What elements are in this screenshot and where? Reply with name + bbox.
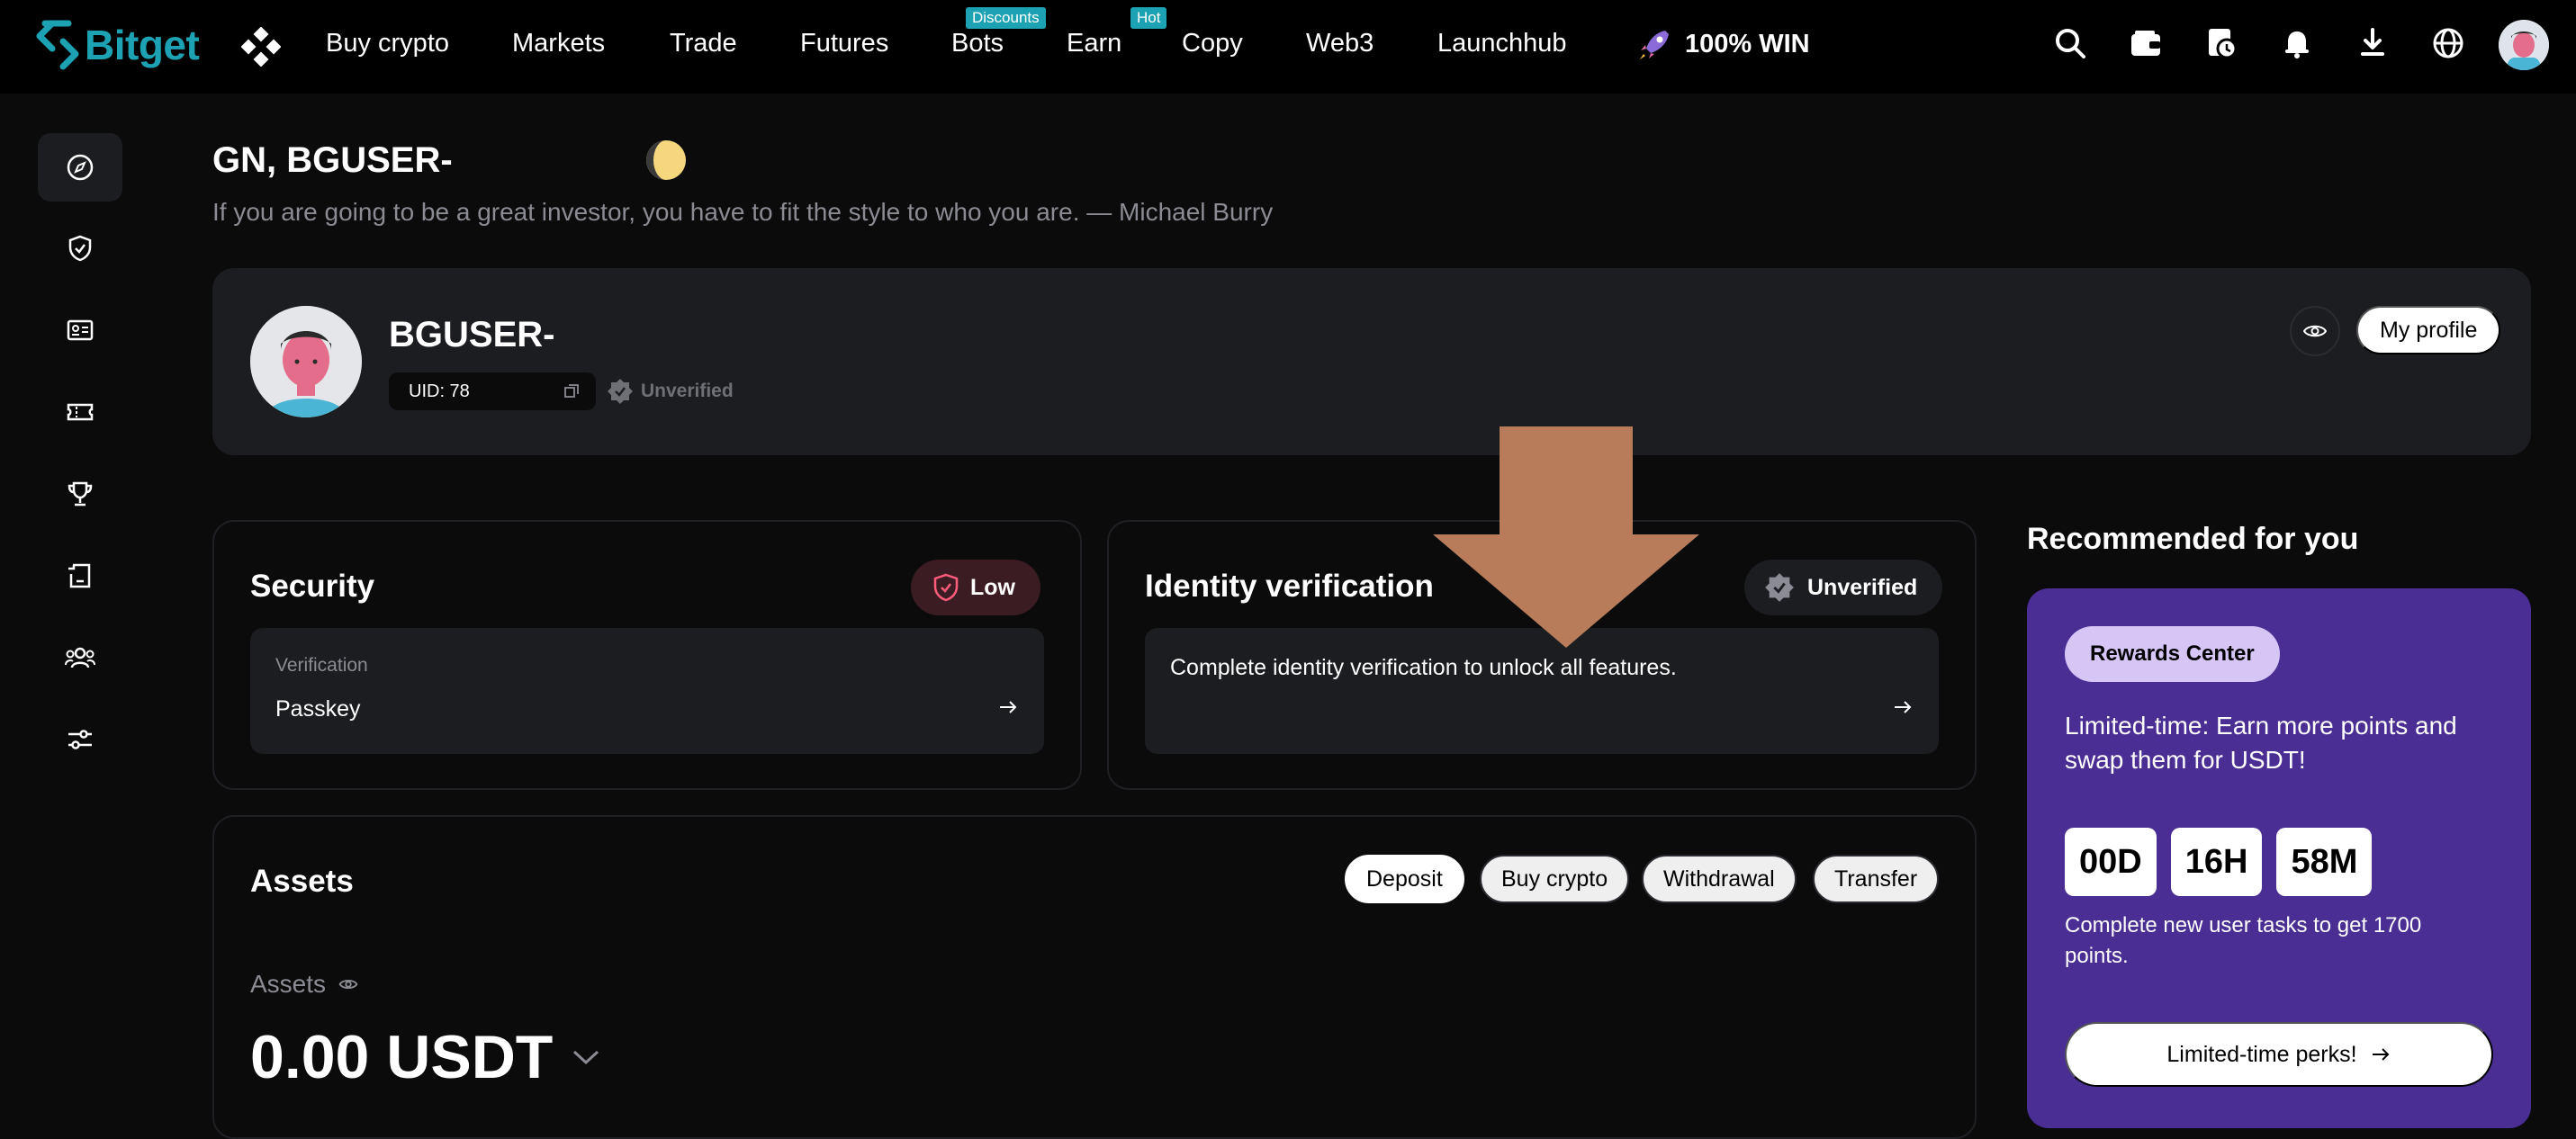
id-card-icon[interactable]	[38, 296, 122, 364]
limited-time-perks-button[interactable]: Limited-time perks!	[2065, 1022, 2493, 1087]
greeting-title: GN, BGUSER-	[212, 140, 453, 180]
badge-icon	[608, 379, 633, 404]
copy-icon[interactable]	[563, 383, 580, 399]
arrow-right-icon	[2372, 1048, 2389, 1061]
verification-label: Verification	[275, 655, 368, 676]
orders-icon[interactable]	[2205, 27, 2238, 59]
group-icon[interactable]	[38, 623, 122, 692]
profile-avatar[interactable]	[250, 306, 362, 417]
nav-earn[interactable]: Earn	[1067, 29, 1121, 58]
bitget-logo[interactable]: Bitget	[36, 20, 200, 70]
profile-card: BGUSER- UID: 78 Unverified My profile	[212, 268, 2531, 455]
annotation-arrow-icon	[1433, 426, 1699, 648]
withdrawal-button[interactable]: Withdrawal	[1642, 855, 1797, 903]
nav-web3[interactable]: Web3	[1306, 29, 1374, 58]
rewards-center-tag[interactable]: Rewards Center	[2065, 626, 2280, 682]
arrow-right-icon	[997, 696, 1019, 718]
nav-copy[interactable]: Copy	[1182, 29, 1243, 58]
promo-text: 100% WIN	[1685, 29, 1810, 58]
total-assets-value: 0.00 USDT	[250, 1023, 554, 1091]
eye-icon	[2303, 325, 2327, 337]
security-card: Security Low Verification Passkey	[212, 520, 1082, 790]
identity-title: Identity verification	[1145, 569, 1434, 604]
ticket-icon[interactable]	[38, 378, 122, 446]
bitget-logo-icon	[36, 20, 79, 70]
brand-name: Bitget	[85, 22, 200, 68]
moon-icon	[644, 139, 688, 182]
nav-launchhub[interactable]: Launchhub	[1437, 29, 1567, 58]
timer-days: 00D	[2065, 828, 2157, 896]
eye-icon[interactable]	[338, 978, 358, 991]
recommended-title: Recommended for you	[2027, 522, 2359, 556]
trophy-icon[interactable]	[38, 460, 122, 528]
countdown-timer: 00D 16H 58M	[2065, 828, 2373, 896]
avatar[interactable]	[2499, 20, 2549, 70]
nav-trade[interactable]: Trade	[670, 29, 737, 58]
wallet-icon[interactable]	[2130, 27, 2162, 59]
chevron-down-icon[interactable]	[572, 1049, 599, 1065]
top-navigation: Bitget Buy crypto Markets Trade Futures …	[0, 0, 2576, 94]
bell-icon[interactable]	[2281, 27, 2313, 59]
assets-card: Assets Deposit Buy crypto Withdrawal Tra…	[212, 815, 1977, 1139]
rewards-text: Limited-time: Earn more points and swap …	[2065, 712, 2457, 774]
uid-field: UID: 78	[389, 372, 596, 410]
download-icon[interactable]	[2356, 27, 2389, 59]
hide-info-button[interactable]	[2290, 306, 2340, 356]
timer-minutes: 58M	[2276, 828, 2373, 896]
passkey-value: Passkey	[275, 696, 361, 722]
my-profile-button[interactable]: My profile	[2356, 306, 2501, 354]
arrow-right-icon	[1892, 696, 1914, 718]
perks-button-label: Limited-time perks!	[2166, 1041, 2357, 1067]
nav-bots[interactable]: Bots	[951, 29, 1004, 58]
identity-message: Complete identity verification to unlock…	[1170, 655, 1677, 680]
globe-icon[interactable]	[2432, 27, 2464, 59]
profile-username: BGUSER-	[389, 315, 555, 354]
discounts-badge: Discounts	[966, 7, 1046, 29]
assets-title: Assets	[250, 864, 354, 899]
rocket-icon	[1640, 31, 1669, 59]
rewards-promo-card: Rewards Center Limited-time: Earn more p…	[2027, 588, 2531, 1128]
identity-status-badge[interactable]: Unverified	[1744, 560, 1943, 615]
badge-icon	[1765, 573, 1794, 602]
nav-futures[interactable]: Futures	[800, 29, 888, 58]
investor-quote: If you are going to be a great investor,…	[212, 198, 1274, 226]
sliders-icon[interactable]	[38, 705, 122, 774]
apps-grid-icon[interactable]	[241, 27, 281, 67]
deposit-button[interactable]: Deposit	[1345, 855, 1464, 903]
passkey-row[interactable]: Verification Passkey	[250, 628, 1044, 754]
rewards-subtext: Complete new user tasks to get 1700 poin…	[2065, 913, 2422, 968]
buy-crypto-button[interactable]: Buy crypto	[1480, 855, 1630, 903]
security-level-badge[interactable]: Low	[911, 560, 1040, 615]
identity-status-text: Unverified	[1807, 574, 1918, 600]
hot-badge: Hot	[1130, 7, 1167, 29]
promo-link[interactable]: 100% WIN	[1638, 27, 1810, 61]
verification-status-text: Unverified	[641, 381, 734, 401]
compass-icon[interactable]	[38, 133, 122, 202]
shield-icon	[933, 573, 959, 602]
timer-hours: 16H	[2170, 828, 2263, 896]
transfer-button[interactable]: Transfer	[1813, 855, 1940, 903]
search-icon[interactable]	[2054, 27, 2086, 59]
shield-check-icon[interactable]	[38, 214, 122, 283]
assets-subtitle: Assets	[250, 970, 358, 999]
security-title: Security	[250, 569, 375, 604]
verification-status: Unverified	[607, 372, 734, 410]
assets-subtitle-text: Assets	[250, 970, 327, 998]
uid-text: UID: 78	[409, 381, 470, 401]
referral-icon[interactable]	[38, 542, 122, 610]
security-level-text: Low	[970, 574, 1015, 600]
nav-buy-crypto[interactable]: Buy crypto	[326, 29, 449, 58]
total-assets: 0.00 USDT	[250, 1022, 599, 1092]
nav-markets[interactable]: Markets	[512, 29, 605, 58]
